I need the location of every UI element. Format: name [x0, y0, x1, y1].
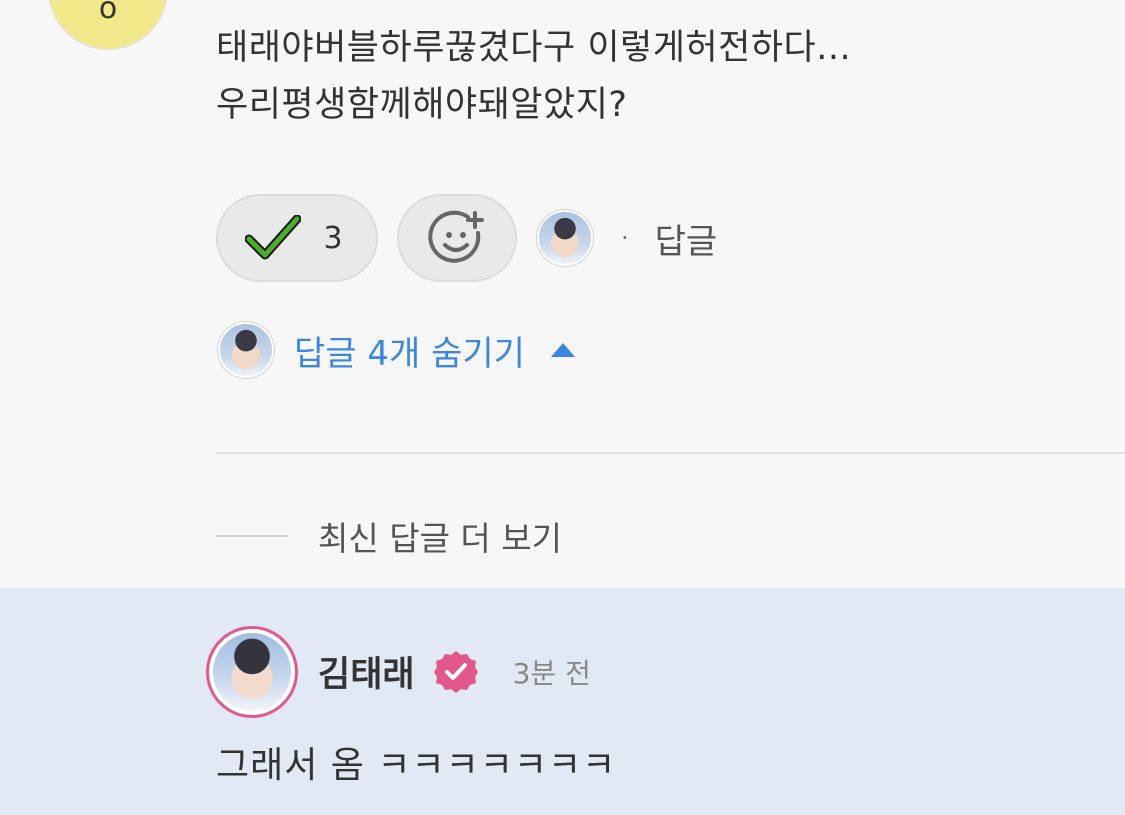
verified-badge-icon: [433, 650, 478, 693]
comment-actions: 3 · 답글: [216, 194, 717, 282]
comment-line-1: 태래야버블하루끊겼다구 이렇게허전하다...: [216, 28, 852, 68]
reply-author-name[interactable]: 김태래: [318, 646, 415, 697]
comment-thread: o 태래야버블하루끊겼다구 이렇게허전하다... 우리평생함께해야돼알았지? 3…: [0, 0, 1125, 815]
comment-body: 태래야버블하루끊겼다구 이렇게허전하다... 우리평생함께해야돼알았지?: [216, 20, 851, 134]
smiley-plus-icon: [428, 210, 484, 263]
reply-avatar-photo: [213, 633, 291, 711]
more-latest-replies[interactable]: 최신 답글 더 보기: [216, 512, 562, 560]
commenter-avatar[interactable]: o: [48, 0, 168, 50]
reply-body: 그래서 옴 ㅋㅋㅋㅋㅋㅋㅋ: [216, 745, 617, 786]
divider: [216, 452, 1125, 454]
reaction-count: 3: [323, 220, 343, 256]
more-line: [216, 535, 288, 537]
reply-header: 김태래 3분 전: [318, 646, 591, 697]
add-reaction-button[interactable]: [397, 194, 517, 282]
reply-timestamp: 3분 전: [512, 656, 591, 690]
replier-avatar: [218, 322, 274, 378]
more-latest-label: 최신 답글 더 보기: [318, 519, 562, 558]
reply-button[interactable]: 답글: [655, 214, 718, 263]
highlighted-reply: 김태래 3분 전 그래서 옴 ㅋㅋㅋㅋㅋㅋㅋ: [0, 588, 1125, 815]
reaction-button[interactable]: 3: [216, 194, 378, 282]
hide-replies-toggle[interactable]: 답글 4개 숨기기: [218, 322, 575, 378]
commenter-avatar-initial: o: [98, 0, 118, 26]
liker-avatar[interactable]: [537, 210, 593, 266]
comment-line-2: 우리평생함께해야돼알았지?: [216, 85, 628, 125]
caret-up-icon: [550, 343, 575, 357]
hide-replies-label: 답글 4개 숨기기: [294, 333, 525, 374]
green-check-icon: [245, 215, 302, 260]
separator-dot: ·: [621, 224, 629, 252]
reply-author-avatar[interactable]: [206, 626, 298, 718]
